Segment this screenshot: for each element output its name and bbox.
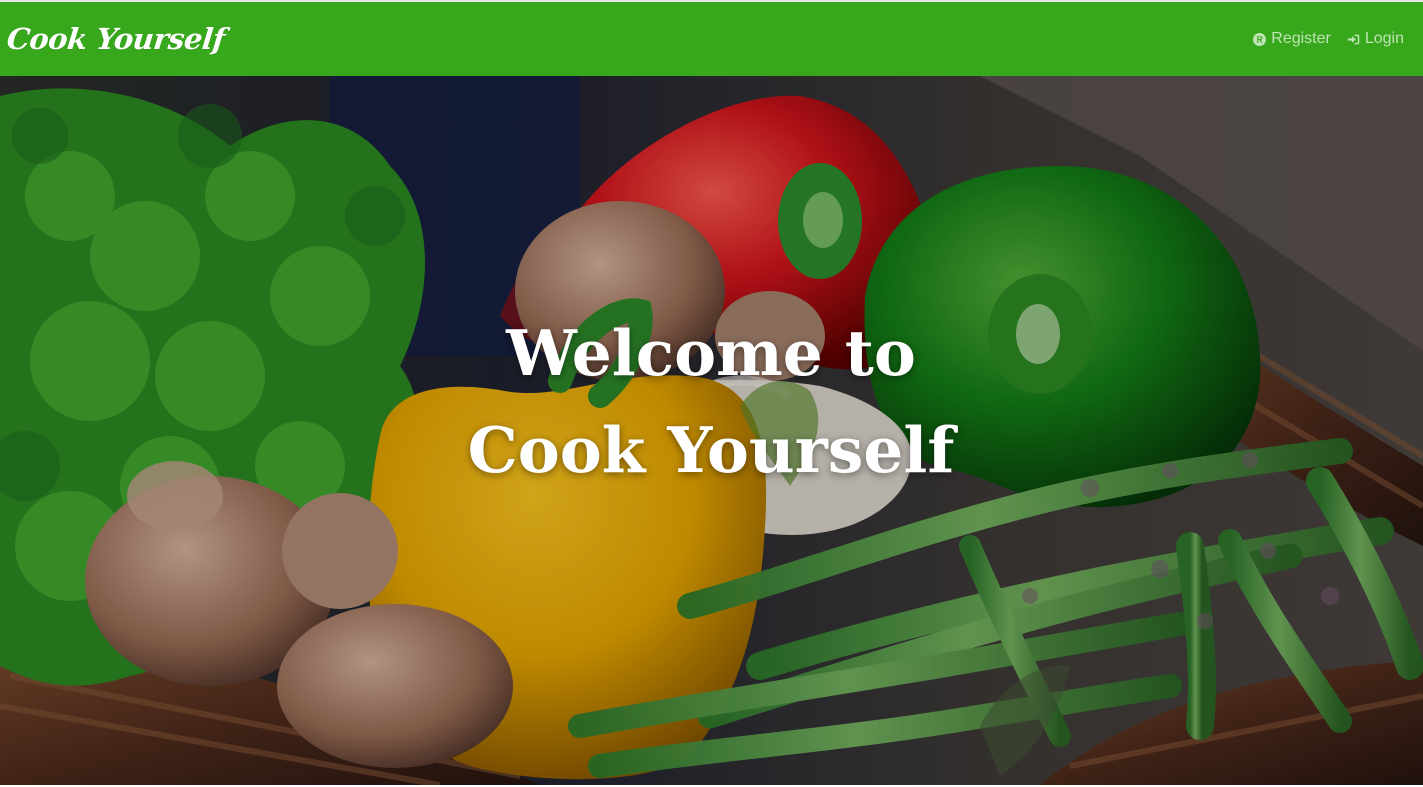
register-label: Register [1271, 30, 1331, 47]
hero-banner: Welcome to Cook Yourself [0, 76, 1423, 785]
login-label: Login [1364, 30, 1404, 47]
register-link[interactable]: Register [1253, 30, 1331, 48]
login-link[interactable]: Login [1347, 30, 1404, 48]
top-navbar: Cook Yourself Register Login [0, 0, 1423, 76]
sign-in-icon [1347, 33, 1360, 46]
hero-title: Welcome to Cook Yourself [467, 316, 955, 487]
register-icon [1253, 32, 1267, 46]
landing-page: Cook Yourself Register Login Welcome to … [0, 0, 1423, 787]
auth-links: Register Login [1253, 30, 1404, 48]
brand-logo[interactable]: Cook Yourself [5, 22, 226, 56]
